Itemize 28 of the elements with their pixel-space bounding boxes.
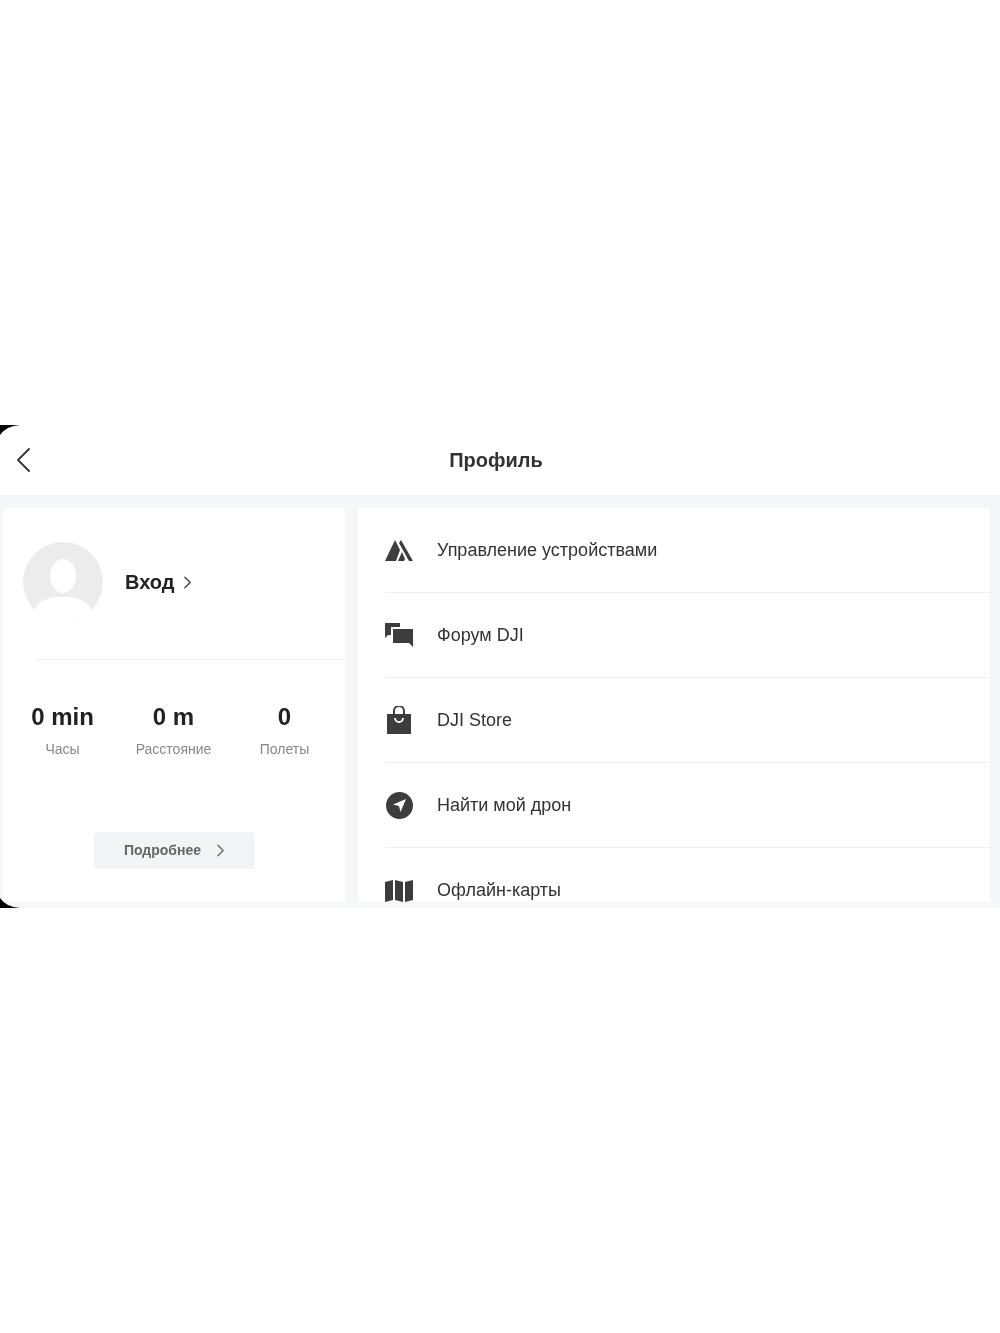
menu-item-label: Управление устройствами <box>437 538 658 562</box>
menu-item[interactable]: Найти мой дрон <box>358 763 990 848</box>
bezel-corner-drawing <box>0 898 20 908</box>
login-link[interactable]: Вход <box>125 567 192 597</box>
menu-item-label: Найти мой дрон <box>437 793 572 817</box>
shopping-bag-icon <box>387 706 411 734</box>
menu-item-label: DJI Store <box>437 708 513 732</box>
menu-item[interactable]: Управление устройствами <box>358 508 990 593</box>
menu-item[interactable]: Форум DJI <box>358 593 990 678</box>
stat-label: Часы <box>45 740 80 759</box>
chat-bubbles-icon <box>385 623 413 647</box>
stat-label: Расстояние <box>135 740 212 759</box>
menu-item-label: Форум DJI <box>437 623 524 647</box>
chevron-right-icon <box>217 844 225 857</box>
mountain-peaks-icon <box>385 539 413 561</box>
map-icon <box>385 879 413 902</box>
menu-item[interactable]: DJI Store <box>358 678 990 763</box>
back-chevron-icon <box>16 448 30 472</box>
stat-value: 0 min <box>31 703 94 731</box>
bezel-corner-drawing <box>0 425 20 435</box>
stat-value: 0 m <box>152 703 195 731</box>
stat-label: Полеты <box>259 740 310 759</box>
menu-item[interactable]: Офлайн-карты <box>358 848 990 902</box>
chevron-right-icon <box>184 575 192 589</box>
details-button[interactable]: Подробнее <box>93 832 255 869</box>
menu-item-label: Офлайн-карты <box>437 879 561 902</box>
stat-value: 0 <box>277 703 292 731</box>
page-title: Профиль <box>449 448 543 473</box>
